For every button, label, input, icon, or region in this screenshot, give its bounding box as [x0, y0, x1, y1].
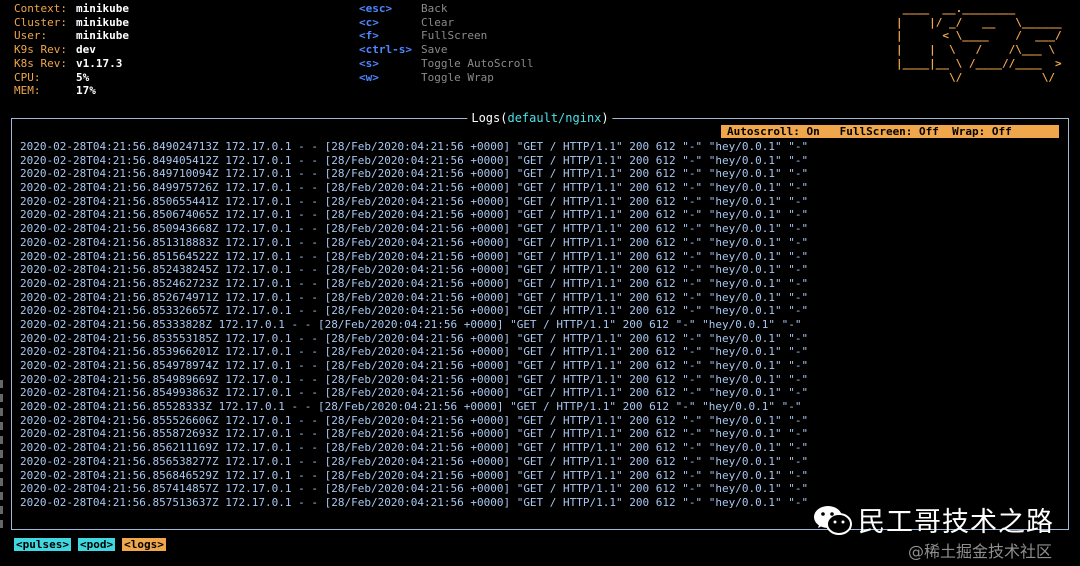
hint-desc: Clear [421, 15, 455, 29]
watermark: 民工哥技术之路 [812, 500, 1054, 539]
log-line: 2020-02-28T04:21:56.853553185Z 172.17.0.… [20, 331, 809, 345]
edge-mark [0, 492, 3, 500]
k9s-logo: ____ __.________ | |/ _/ __ \______ | < … [896, 2, 1062, 84]
log-line: 2020-02-28T04:21:56.850674065Z 172.17.0.… [20, 208, 809, 222]
hint-save[interactable]: <ctrl-s> Save [359, 43, 534, 57]
log-line: 2020-02-28T04:21:56.849024713Z 172.17.0.… [20, 140, 809, 153]
panel-title-suffix: ) [601, 111, 609, 125]
hint-wrap[interactable]: <w> Toggle Wrap [359, 71, 534, 85]
log-line: 2020-02-28T04:21:56.852674971Z 172.17.0.… [20, 290, 809, 304]
info-row-cpu: CPU: 5% [14, 71, 129, 85]
log-line: 2020-02-28T04:21:56.857513637Z 172.17.0.… [20, 495, 809, 509]
crumb-logs[interactable]: <logs> [122, 538, 166, 551]
log-line: 2020-02-28T04:21:56.850943668Z 172.17.0.… [20, 222, 809, 236]
hint-clear[interactable]: <c> Clear [359, 16, 534, 30]
hint-desc: Save [421, 43, 448, 57]
log-line: 2020-02-28T04:21:56.849405412Z 172.17.0.… [20, 153, 809, 167]
edge-mark [0, 436, 3, 444]
edge-mark [0, 506, 3, 514]
info-value: minikube [76, 2, 129, 15]
log-line: 2020-02-28T04:21:56.853966201Z 172.17.0.… [20, 345, 809, 359]
logs-panel[interactable]: Logs(default/nginx) Autoscroll: On FullS… [11, 110, 1069, 530]
hint-desc: Toggle Wrap [421, 70, 494, 84]
log-line: 2020-02-28T04:21:56.854993863Z 172.17.0.… [20, 386, 809, 400]
log-line: 2020-02-28T04:21:56.849975726Z 172.17.0.… [20, 181, 809, 195]
crumb-pod[interactable]: <pod> [77, 538, 116, 551]
info-row-mem: MEM: 17% [14, 84, 129, 98]
log-line: 2020-02-28T04:21:56.854978974Z 172.17.0.… [20, 359, 809, 372]
log-line: 2020-02-28T04:21:56.85333828Z 172.17.0.1… [20, 317, 802, 331]
log-line: 2020-02-28T04:21:56.852438245Z 172.17.0.… [20, 263, 809, 277]
info-value: dev [76, 43, 96, 57]
info-label: Context: [14, 2, 67, 15]
info-row-cluster: Cluster: minikube [14, 16, 129, 30]
info-label: User: [14, 29, 48, 43]
log-line: 2020-02-28T04:21:56.851318883Z 172.17.0.… [20, 235, 809, 249]
hint-fullscreen[interactable]: <f> FullScreen [359, 29, 534, 43]
hint-key: <f> [359, 29, 379, 43]
hint-key: <c> [359, 15, 379, 29]
log-line: 2020-02-28T04:21:56.856211169Z 172.17.0.… [20, 441, 809, 455]
info-value: 5% [76, 70, 90, 84]
edge-mark [0, 380, 3, 388]
panel-title-namespace: default/nginx [507, 111, 602, 125]
left-edge-marks [0, 380, 4, 534]
log-line: 2020-02-28T04:21:56.856846529Z 172.17.0.… [20, 468, 809, 482]
hint-key: <w> [359, 70, 379, 84]
log-line: 2020-02-28T04:21:56.852462723Z 172.17.0.… [20, 276, 809, 290]
log-line: 2020-02-28T04:21:56.854989669Z 172.17.0.… [20, 372, 809, 386]
info-label: K8s Rev: [14, 56, 67, 70]
info-label: CPU: [14, 70, 41, 84]
info-row-k9s-rev: K9s Rev: dev [14, 43, 129, 57]
info-row-user: User: minikube [14, 29, 129, 43]
info-label: MEM: [14, 84, 41, 98]
log-line: 2020-02-28T04:21:56.85528333Z 172.17.0.1… [20, 400, 802, 414]
edge-mark [0, 464, 3, 472]
log-line: 2020-02-28T04:21:56.855872693Z 172.17.0.… [20, 427, 809, 441]
edge-mark [0, 394, 3, 402]
watermark-text: 民工哥技术之路 [858, 507, 1054, 538]
hint-back[interactable]: <esc> Back [359, 2, 534, 16]
edge-mark [0, 408, 3, 416]
info-value: 17% [76, 84, 96, 98]
edge-mark [0, 478, 3, 486]
hint-autoscroll[interactable]: <s> Toggle AutoScroll [359, 57, 534, 71]
info-label: K9s Rev: [14, 43, 67, 57]
hint-desc: Toggle AutoScroll [421, 56, 534, 70]
edge-mark [0, 422, 3, 430]
crumb-pulses[interactable]: <pulses> [14, 538, 71, 551]
info-value: v1.17.3 [76, 56, 123, 70]
key-hints: <esc> Back <c> Clear <f> FullScreen <ctrl-s… [359, 2, 534, 84]
panel-title: Logs(default/nginx) [467, 110, 613, 126]
log-line: 2020-02-28T04:21:56.849710094Z 172.17.0.… [20, 167, 809, 181]
cluster-info: Context: minikube Cluster: minikube User: m… [14, 2, 129, 98]
log-line: 2020-02-28T04:21:56.850655441Z 172.17.0.… [20, 194, 809, 208]
hint-key: <esc> [359, 2, 393, 15]
breadcrumb: <pulses> <pod> <logs> [14, 538, 166, 551]
log-line: 2020-02-28T04:21:56.851564522Z 172.17.0.… [20, 249, 809, 263]
log-line: 2020-02-28T04:21:56.853326657Z 172.17.0.… [20, 304, 809, 318]
log-line: 2020-02-28T04:21:56.856538277Z 172.17.0.… [20, 454, 809, 468]
info-row-context: Context: minikube [14, 2, 129, 16]
log-status-bar: Autoscroll: On FullScreen: Off Wrap: Off [721, 125, 1059, 138]
info-value: minikube [76, 29, 129, 43]
hint-desc: Back [421, 2, 448, 15]
hint-key: <ctrl-s> [359, 43, 412, 57]
info-row-k8s-rev: K8s Rev: v1.17.3 [14, 57, 129, 71]
hint-desc: FullScreen [421, 29, 488, 43]
panel-title-prefix: Logs( [471, 111, 508, 125]
edge-mark [0, 450, 3, 458]
hint-key: <s> [359, 56, 379, 70]
edge-mark [0, 520, 3, 528]
info-label: Cluster: [14, 15, 67, 29]
wechat-icon [814, 505, 852, 535]
log-lines: 2020-02-28T04:21:56.849024713Z 172.17.0.… [20, 140, 808, 510]
log-line: 2020-02-28T04:21:56.857414857Z 172.17.0.… [20, 482, 809, 496]
info-value: minikube [76, 15, 129, 29]
log-line: 2020-02-28T04:21:56.855526606Z 172.17.0.… [20, 413, 809, 427]
watermark-sub: @稀土掘金技术社区 [908, 542, 1053, 561]
